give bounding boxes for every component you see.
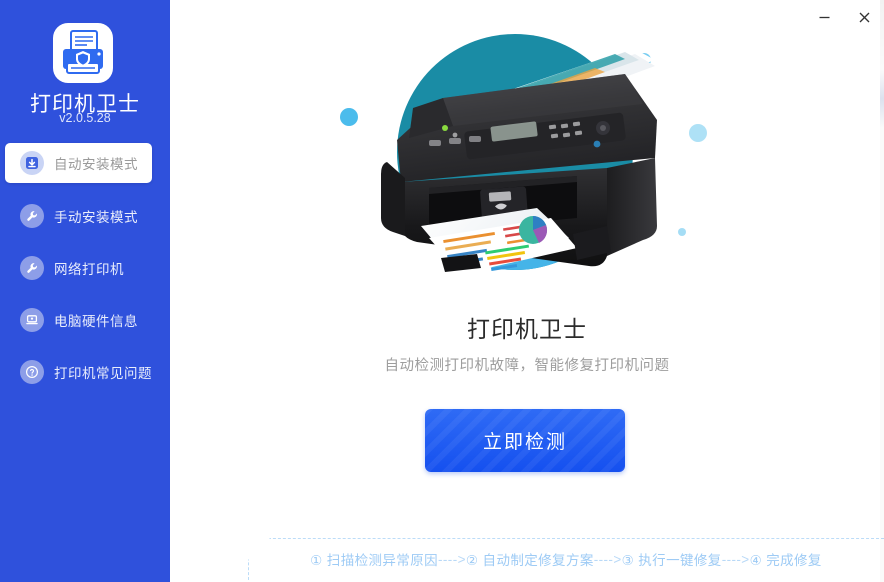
sidebar-item-auto-install[interactable]: 自动安装模式 bbox=[5, 143, 152, 183]
printer-graphic bbox=[325, 12, 725, 302]
wrench-icon bbox=[20, 204, 44, 228]
sidebar-item-hardware-info[interactable]: 电脑硬件信息 bbox=[0, 301, 170, 339]
download-box-icon bbox=[20, 151, 44, 175]
step-3: ③ 执行一键修复 bbox=[621, 553, 722, 568]
sidebar-menu: 自动安装模式 手动安装模式 网络打印机 电脑硬件信息 打印机常见问题 bbox=[0, 143, 170, 405]
sidebar-item-network-printer[interactable]: 网络打印机 bbox=[0, 249, 170, 287]
monitor-icon bbox=[20, 308, 44, 332]
steps-text: ① 扫描检测异常原因 ----> ② 自动制定修复方案 ----> ③ 执行一键… bbox=[248, 538, 884, 580]
background-window-edge bbox=[880, 0, 884, 582]
sidebar-item-label: 网络打印机 bbox=[54, 262, 124, 277]
step-4: ④ 完成修复 bbox=[749, 553, 822, 568]
detect-now-button[interactable]: 立即检测 bbox=[425, 409, 625, 472]
printer-shield-icon bbox=[63, 30, 103, 74]
brand-version: v2.0.5.28 bbox=[59, 111, 111, 125]
step-separator: ----> bbox=[593, 551, 622, 567]
steps-bar: ① 扫描检测异常原因 ----> ② 自动制定修复方案 ----> ③ 执行一键… bbox=[248, 538, 884, 580]
sidebar-item-label: 手动安装模式 bbox=[54, 210, 138, 225]
main-panel: 打印机卫士 自动检测打印机故障，智能修复打印机问题 立即检测 ① 扫描检测异常原… bbox=[170, 0, 884, 582]
page-title: 打印机卫士 bbox=[467, 316, 587, 342]
app-window: 打印机卫士 v2.0.5.28 自动安装模式 手动安装模式 网络打印机 电脑硬件… bbox=[0, 0, 884, 582]
step-separator: ----> bbox=[721, 551, 750, 567]
sidebar-item-faq[interactable]: 打印机常见问题 bbox=[0, 353, 170, 391]
step-1: ① 扫描检测异常原因 bbox=[310, 553, 439, 568]
sidebar-item-manual-install[interactable]: 手动安装模式 bbox=[0, 197, 170, 235]
hero-illustration bbox=[170, 12, 884, 302]
pie-graphic bbox=[519, 216, 548, 244]
sidebar-item-label: 打印机常见问题 bbox=[54, 366, 152, 381]
step-2: ② 自动制定修复方案 bbox=[465, 553, 594, 568]
step-separator: ----> bbox=[438, 551, 466, 567]
wrench-icon bbox=[20, 256, 44, 280]
page-subtitle: 自动检测打印机故障，智能修复打印机问题 bbox=[384, 358, 670, 374]
app-logo bbox=[53, 23, 113, 83]
question-icon bbox=[20, 360, 44, 384]
sidebar-item-label: 电脑硬件信息 bbox=[54, 314, 138, 329]
sidebar-item-label: 自动安装模式 bbox=[54, 157, 138, 172]
printer-svg bbox=[381, 34, 657, 274]
sidebar: 打印机卫士 v2.0.5.28 自动安装模式 手动安装模式 网络打印机 电脑硬件… bbox=[0, 0, 170, 582]
